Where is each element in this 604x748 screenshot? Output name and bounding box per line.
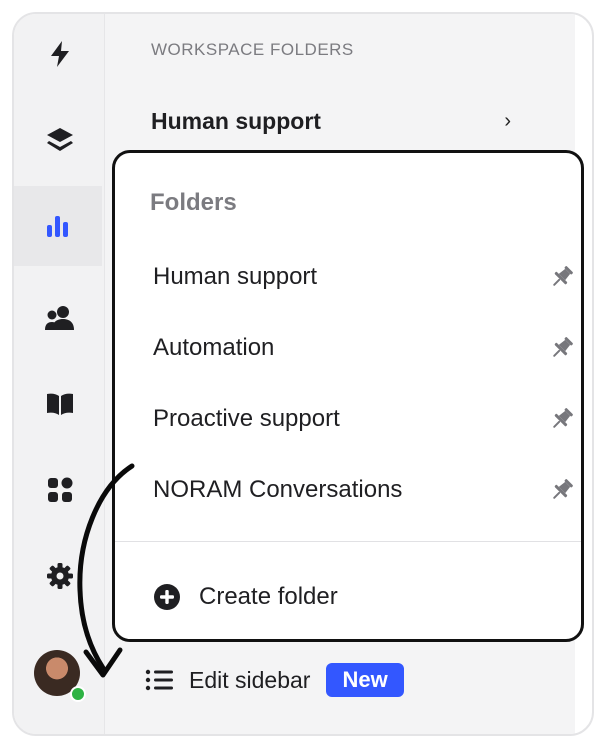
new-badge: New bbox=[326, 663, 404, 697]
layers-icon bbox=[47, 128, 73, 151]
popover-item-human-support[interactable]: Human support bbox=[153, 257, 579, 297]
popover-divider bbox=[115, 541, 581, 542]
rail-item-contacts[interactable] bbox=[20, 278, 100, 358]
pin-icon[interactable] bbox=[549, 264, 575, 290]
popover-item-noram-conversations[interactable]: NORAM Conversations bbox=[153, 470, 579, 510]
create-folder-button[interactable]: Create folder bbox=[153, 577, 338, 617]
edit-sidebar-label: Edit sidebar bbox=[189, 666, 311, 693]
section-title: WORKSPACE FOLDERS bbox=[151, 40, 354, 59]
pin-icon[interactable] bbox=[549, 406, 575, 432]
popover-item-automation[interactable]: Automation bbox=[153, 328, 579, 368]
chevron-right-icon: › bbox=[504, 109, 511, 132]
popover-item-proactive-support[interactable]: Proactive support bbox=[153, 399, 579, 439]
edit-sidebar-button[interactable]: Edit sidebar New bbox=[145, 660, 404, 700]
icon-rail bbox=[14, 14, 105, 734]
bar-chart-icon bbox=[47, 216, 68, 237]
folder-row-human-support[interactable]: Human support › bbox=[151, 106, 511, 136]
rail-item-apps[interactable] bbox=[20, 450, 100, 530]
popover-item-label: Human support bbox=[153, 263, 318, 290]
popover-item-label: NORAM Conversations bbox=[153, 476, 403, 503]
rail-item-knowledge[interactable] bbox=[20, 364, 100, 444]
create-folder-label: Create folder bbox=[199, 583, 338, 610]
book-icon bbox=[47, 393, 73, 415]
rail-item-layers[interactable] bbox=[20, 100, 100, 180]
pin-icon[interactable] bbox=[549, 335, 575, 361]
plus-circle-icon bbox=[154, 584, 180, 610]
gear-icon bbox=[47, 563, 73, 589]
apps-grid-icon bbox=[48, 477, 73, 502]
popover-item-label: Proactive support bbox=[153, 405, 340, 432]
rail-item-settings[interactable] bbox=[20, 536, 100, 616]
online-status-dot bbox=[70, 686, 86, 702]
rail-item-reports[interactable] bbox=[14, 186, 102, 266]
lightning-icon bbox=[51, 41, 69, 67]
popover-title: Folders bbox=[150, 189, 237, 216]
rail-item-lightning[interactable] bbox=[20, 14, 100, 94]
folders-popover: Folders Human support Automation Proacti… bbox=[112, 150, 584, 642]
pin-icon[interactable] bbox=[549, 477, 575, 503]
folder-label: Human support bbox=[151, 107, 321, 134]
popover-item-label: Automation bbox=[153, 334, 275, 361]
users-icon bbox=[45, 306, 74, 330]
list-icon bbox=[145, 669, 173, 691]
